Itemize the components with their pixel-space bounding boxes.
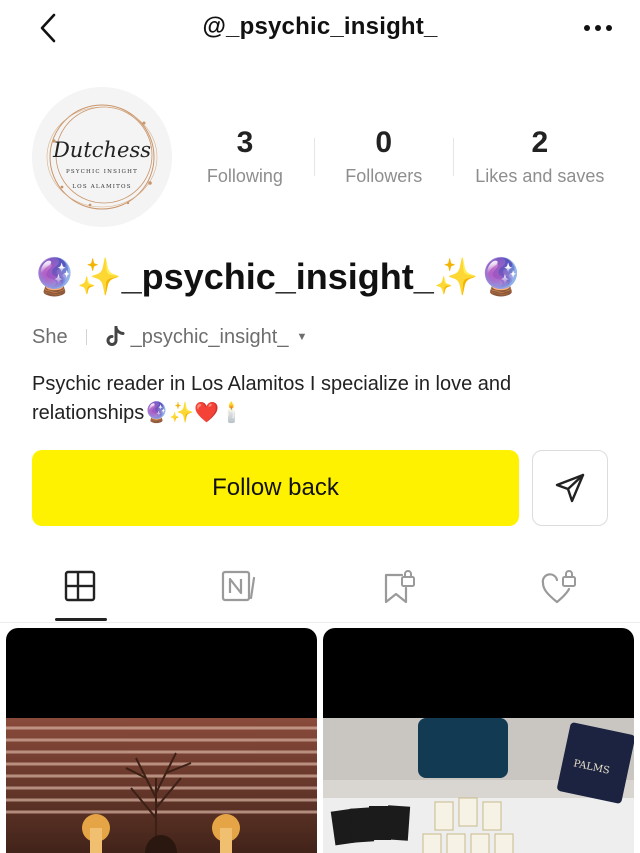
stat-following[interactable]: 3 Following (176, 122, 314, 187)
pronoun-label: She (32, 325, 68, 348)
avatar-logo-line2: LOS ALAMITOS (72, 184, 131, 190)
follow-back-button[interactable]: Follow back (32, 450, 519, 526)
stat-followers[interactable]: 0 Followers (315, 122, 453, 187)
profile-meta-row: She _psychic_insight_ ▼ (32, 324, 307, 350)
tab-notes[interactable] (160, 560, 320, 622)
meta-divider (85, 329, 87, 345)
message-button[interactable] (532, 450, 608, 526)
display-name: 🔮✨_psychic_insight_✨🔮 (32, 256, 524, 297)
bookmark-lock-icon (384, 570, 415, 604)
avatar[interactable]: Dutchess PSYCHIC INSIGHT LOS ALAMITOS (32, 87, 172, 227)
page-title: @_psychic_insight_ (202, 13, 438, 40)
heart-lock-icon (541, 570, 576, 604)
profile-bio: Psychic reader in Los Alamitos I special… (32, 373, 512, 424)
more-horizontal-icon (584, 25, 612, 31)
stat-likes-saves[interactable]: 2 Likes and saves (454, 122, 626, 187)
post-image-candles (6, 718, 317, 853)
stat-likes-saves-label: Likes and saves (475, 166, 605, 186)
post-grid: PALMS (6, 628, 634, 853)
linked-account-link[interactable]: _psychic_insight_ (131, 326, 289, 349)
send-icon (555, 473, 585, 503)
tab-liked[interactable] (480, 560, 640, 622)
caret-down-icon[interactable]: ▼ (296, 331, 307, 343)
tiktok-icon (105, 326, 125, 348)
post-thumbnail[interactable] (6, 628, 317, 853)
post-image-tarot: PALMS (323, 718, 634, 853)
notes-icon (221, 570, 256, 602)
profile-stats: 3 Following 0 Followers 2 Likes and save… (176, 122, 626, 202)
tab-saved[interactable] (320, 560, 480, 622)
avatar-logo: Dutchess PSYCHIC INSIGHT LOS ALAMITOS (32, 87, 172, 227)
avatar-logo-line1: PSYCHIC INSIGHT (66, 169, 138, 175)
post-thumbnail[interactable]: PALMS (323, 628, 634, 853)
profile-tabs (0, 560, 640, 622)
stat-followers-count: 0 (375, 126, 393, 159)
stat-followers-label: Followers (345, 166, 423, 186)
stat-following-label: Following (206, 166, 283, 186)
tabs-divider (0, 622, 640, 623)
grid-layout-icon (64, 570, 96, 602)
tab-posts[interactable] (0, 560, 160, 622)
profile-header: @_psychic_insight_ (0, 0, 640, 56)
avatar-logo-title: Dutchess (52, 138, 151, 162)
stat-following-count: 3 (236, 126, 254, 159)
stat-likes-saves-count: 2 (531, 126, 549, 159)
more-options-button[interactable] (578, 10, 618, 46)
